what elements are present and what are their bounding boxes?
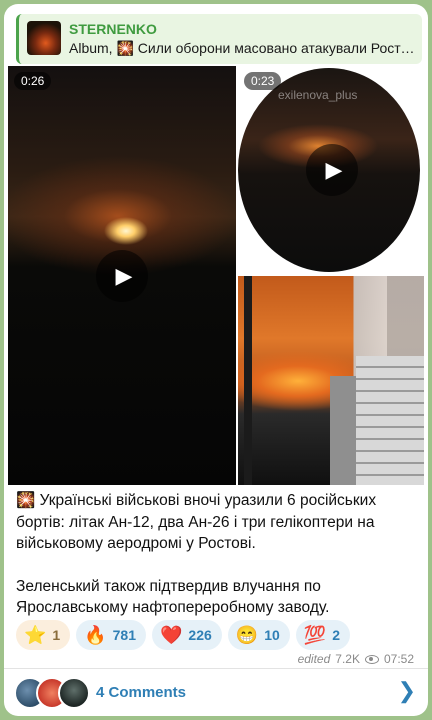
reply-preview[interactable]: STERNENKO Album, 🎇 Сили оборони масовано… xyxy=(16,14,422,64)
avatar xyxy=(58,677,90,709)
message-time: 07:52 xyxy=(383,652,414,666)
fire-icon: 🔥 xyxy=(84,624,107,645)
reaction-count: 781 xyxy=(112,627,136,643)
round-video-thumbnail[interactable]: exilenova_plus 0:23 ▶ xyxy=(238,66,424,274)
message-bubble: STERNENKO Album, 🎇 Сили оборони масовано… xyxy=(4,4,428,716)
video-duration: 0:23 xyxy=(244,72,282,90)
pole-shape xyxy=(244,276,252,485)
video-thumbnail-1[interactable]: 0:26 ▶ xyxy=(8,66,236,485)
message-text: 🎇 Українські військові вночі уразили 6 р… xyxy=(16,490,420,640)
message-paragraph: Зеленський також підтвердив влучання по … xyxy=(16,577,330,617)
reaction-heart[interactable]: ❤️ 226 xyxy=(152,620,222,650)
edited-label: edited xyxy=(297,652,331,666)
comments-label: 4 Comments xyxy=(96,684,187,701)
message-meta: edited 7.2K 07:52 xyxy=(298,652,414,666)
view-count: 7.2K xyxy=(335,652,360,666)
reaction-hundred[interactable]: 💯 2 xyxy=(295,620,350,650)
eye-icon xyxy=(364,654,379,664)
reaction-grin[interactable]: 😁 10 xyxy=(227,620,290,650)
play-icon[interactable]: ▶ xyxy=(306,144,358,196)
reaction-count: 2 xyxy=(332,627,340,643)
chevron-right-icon: ❯ xyxy=(397,678,416,703)
comments-button[interactable]: 4 Comments ❯ xyxy=(4,669,428,716)
grin-icon: 😁 xyxy=(235,624,259,645)
building-shape xyxy=(356,356,424,485)
reply-preview-text: Album, 🎇 Сили оборони масовано атакували… xyxy=(69,40,419,56)
video-duration: 0:26 xyxy=(14,72,52,90)
commenter-avatars xyxy=(14,677,94,709)
reply-channel-name: STERNENKO xyxy=(69,21,157,37)
reactions-bar: ⭐ 1 🔥 781 ❤️ 226 😁 10 💯 2 xyxy=(16,620,350,650)
message-paragraph: 🎇 Українські військові вночі уразили 6 р… xyxy=(16,492,377,552)
reaction-count: 10 xyxy=(264,627,280,643)
heart-icon: ❤️ xyxy=(160,624,183,645)
photo-thumbnail[interactable] xyxy=(238,276,424,485)
reaction-count: 1 xyxy=(52,627,61,643)
reply-thumbnail xyxy=(27,21,61,55)
video-watermark: exilenova_plus xyxy=(278,88,358,102)
reaction-count: 226 xyxy=(188,627,212,643)
reaction-star[interactable]: ⭐ 1 xyxy=(16,620,71,650)
hundred-icon: 💯 xyxy=(303,624,327,645)
play-icon[interactable]: ▶ xyxy=(96,250,148,302)
reaction-fire[interactable]: 🔥 781 xyxy=(76,620,146,650)
star-icon: ⭐ xyxy=(24,624,47,645)
